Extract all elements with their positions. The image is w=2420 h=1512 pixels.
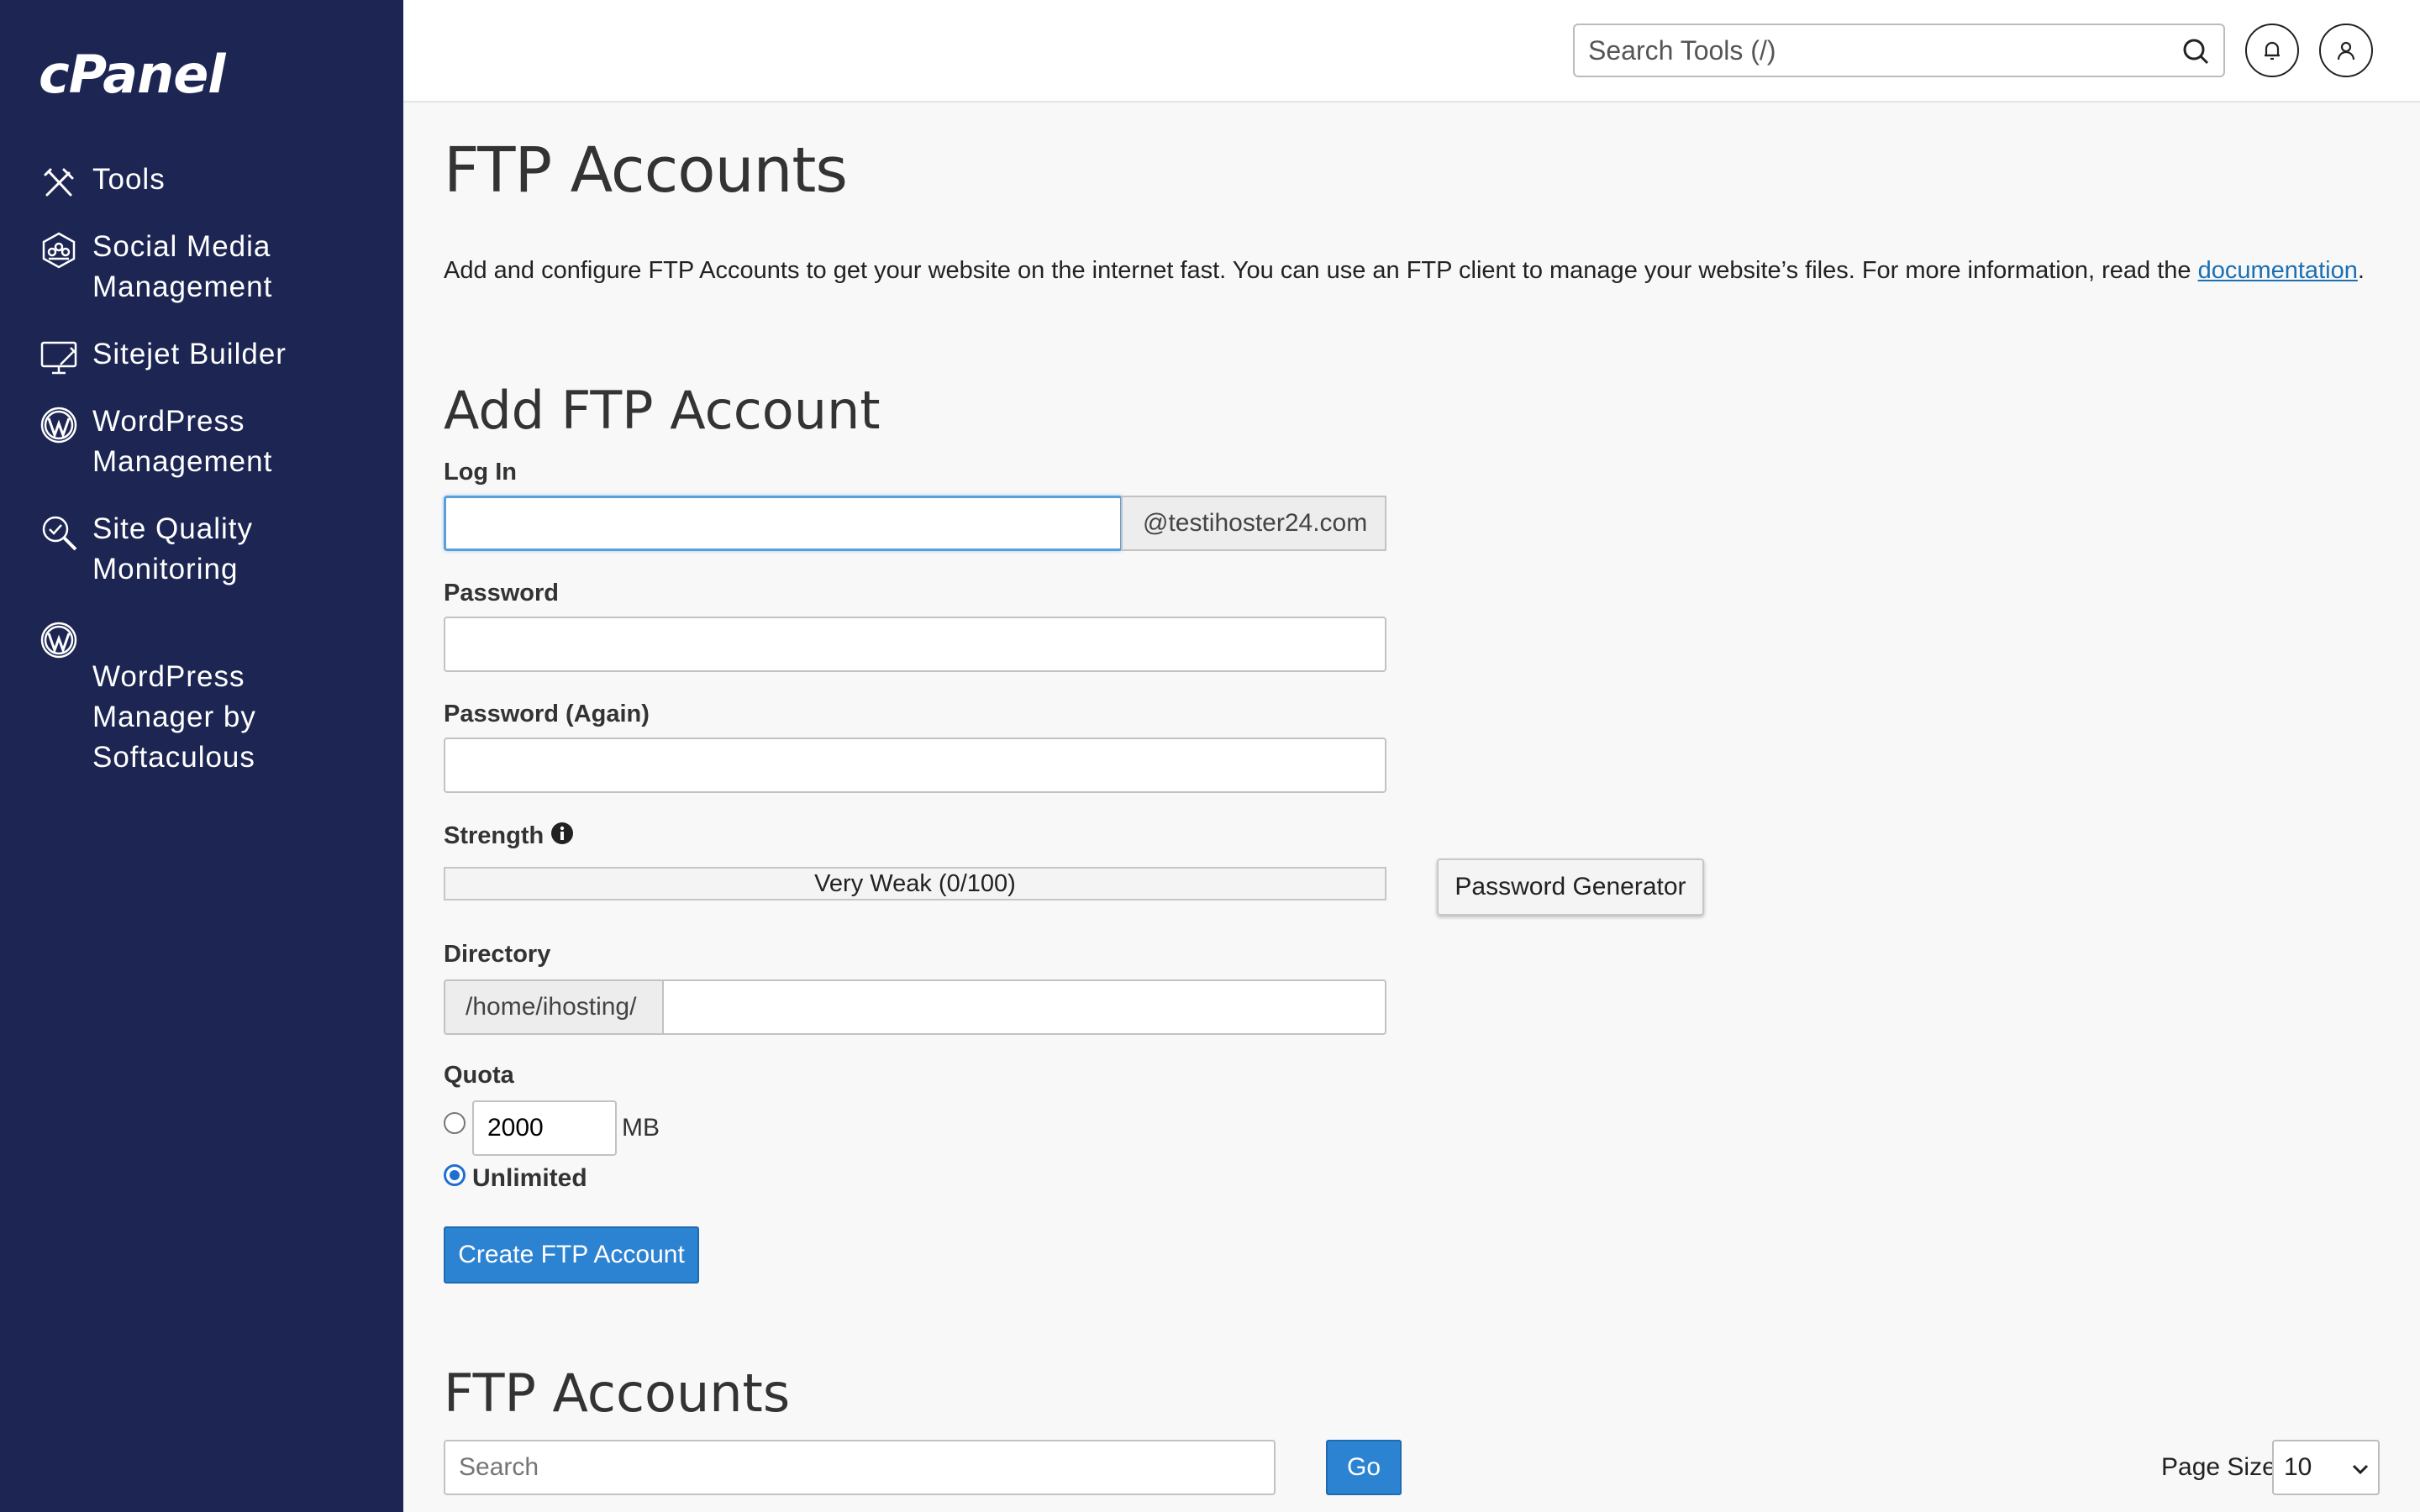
quota-unlimited-radio[interactable] xyxy=(444,1164,466,1186)
login-input[interactable] xyxy=(444,496,1123,551)
ftp-accounts-heading: FTP Accounts xyxy=(444,1362,791,1424)
strength-text: Very Weak (0/100) xyxy=(814,870,1016,897)
sidebar-item-label: Site Quality Monitoring xyxy=(92,512,253,585)
top-header xyxy=(403,0,2420,102)
wordpress-icon xyxy=(39,405,79,445)
notifications-button[interactable] xyxy=(2245,24,2299,77)
sidebar-item-label: Social Media Management xyxy=(92,230,273,303)
cpanel-logo[interactable]: cPanel xyxy=(39,44,226,105)
sitejet-icon xyxy=(39,338,79,378)
sidebar-item-label: Sitejet Builder xyxy=(92,338,287,370)
password-label: Password xyxy=(444,580,559,606)
directory-prefix: /home/ihosting/ xyxy=(444,979,664,1035)
password-again-label: Password (Again) xyxy=(444,701,650,727)
sidebar-item-label: Tools xyxy=(92,163,166,196)
password-again-input[interactable] xyxy=(444,738,1386,793)
sidebar-item-wordpress-softaculous[interactable]: WordPress Manager by Softaculous xyxy=(39,617,358,818)
sidebar-item-tools[interactable]: Tools xyxy=(39,160,412,203)
login-label: Log In xyxy=(444,459,517,486)
bell-icon xyxy=(2265,41,2280,60)
sidebar-item-site-quality[interactable]: Site Quality Monitoring xyxy=(39,509,412,590)
info-icon[interactable] xyxy=(550,822,574,845)
search-icon[interactable] xyxy=(2181,37,2210,66)
add-ftp-account-heading: Add FTP Account xyxy=(444,380,881,441)
page-size-select[interactable]: 10 xyxy=(2272,1440,2380,1495)
password-generator-button[interactable]: Password Generator xyxy=(1437,858,1704,916)
quota-input[interactable] xyxy=(472,1100,617,1156)
create-ftp-account-button[interactable]: Create FTP Account xyxy=(444,1226,699,1284)
sidebar-item-wordpress[interactable]: WordPress Management xyxy=(39,402,412,482)
password-input[interactable] xyxy=(444,617,1386,672)
site-quality-icon xyxy=(39,512,79,553)
accounts-search-input[interactable] xyxy=(444,1440,1276,1495)
sidebar-item-social-media[interactable]: Social Media Management xyxy=(39,227,412,307)
sidebar-item-label: WordPress Manager by Softaculous xyxy=(39,617,358,818)
page-title: FTP Accounts xyxy=(444,134,848,207)
page-size-label: Page Size xyxy=(2161,1453,2276,1481)
intro-text: Add and configure FTP Accounts to get yo… xyxy=(444,257,2191,284)
unlimited-label[interactable]: Unlimited xyxy=(472,1164,587,1193)
sidebar-item-sitejet[interactable]: Sitejet Builder xyxy=(39,334,412,378)
page-intro: Add and configure FTP Accounts to get yo… xyxy=(444,255,2376,286)
quota-limited-radio[interactable] xyxy=(444,1112,466,1134)
documentation-link[interactable]: documentation xyxy=(2198,257,2358,284)
domain-suffix: @testihoster24.com xyxy=(1121,496,1386,551)
search-tools-box xyxy=(1573,24,2225,77)
search-tools-input[interactable] xyxy=(1588,30,2160,71)
directory-input[interactable] xyxy=(662,979,1386,1035)
directory-label: Directory xyxy=(444,941,551,968)
tools-icon xyxy=(39,163,79,203)
user-icon xyxy=(2337,41,2355,60)
strength-label-text: Strength xyxy=(444,822,544,849)
intro-end: . xyxy=(2357,257,2365,284)
sidebar: cPanel Tools Social Media Management Sit… xyxy=(0,0,403,1512)
quota-unit: MB xyxy=(622,1114,660,1142)
quota-label: Quota xyxy=(444,1062,514,1089)
go-button[interactable]: Go xyxy=(1326,1440,1402,1495)
sidebar-item-label-text: WordPress Manager by Softaculous xyxy=(92,660,256,774)
password-strength-meter: Very Weak (0/100) xyxy=(444,867,1386,900)
user-menu-button[interactable] xyxy=(2319,24,2373,77)
page-size-value: 10 xyxy=(2284,1453,2312,1481)
chevron-down-icon xyxy=(2352,1464,2369,1475)
sidebar-item-label: WordPress Management xyxy=(92,405,273,478)
strength-label: Strength xyxy=(444,822,574,850)
social-media-icon xyxy=(39,230,79,270)
